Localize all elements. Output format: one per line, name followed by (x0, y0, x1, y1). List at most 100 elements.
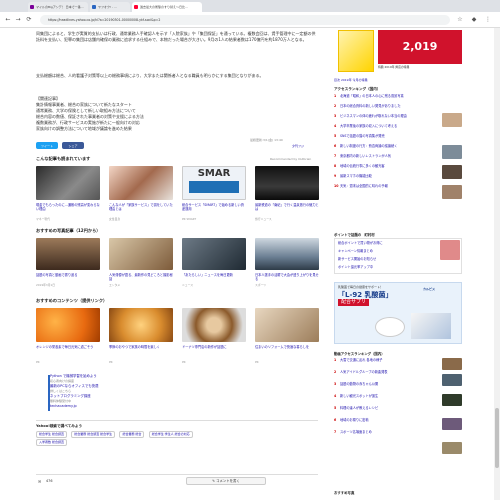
photo-thumb-1[interactable] (36, 238, 100, 270)
text-ad-title[interactable]: 最新のPCならオフィスでも快適 (50, 384, 98, 388)
ranking-item-label[interactable]: 最新スマホの機能比較 (340, 174, 372, 178)
point-thumb[interactable] (440, 240, 460, 260)
video-ranking-label[interactable]: 新しい観光スポットが誕生 (340, 394, 378, 398)
video-ranking-item[interactable]: 7 スポーツ名場面まとめ (334, 430, 434, 434)
recommend-thumb-4[interactable] (255, 166, 319, 200)
video-thumb[interactable] (442, 442, 462, 454)
ranking-item-label[interactable]: 日本の総合資料の新しい発見がありました (340, 104, 401, 108)
ranking-thumb[interactable] (442, 185, 462, 199)
video-ranking-label[interactable]: 地域のお祭りに密着 (340, 418, 369, 422)
recommend-thumb-3[interactable]: SMAR (182, 166, 246, 200)
url-field[interactable]: https://headlines.yahoo.co.jp/hl?a=20190… (40, 15, 450, 25)
ranking-item-label[interactable]: 大学卒業後の家族の収入について考える (340, 124, 397, 128)
recommend-caption[interactable]: こんな人が「家族サービス」で損をしていた理由とは (109, 203, 173, 216)
video-ranking-item[interactable]: 1 大雪で交通に乱れ 各地の様子 (334, 358, 434, 362)
ranking-item[interactable]: 4 大学卒業後の家族の収入について考える (334, 124, 434, 128)
point-item[interactable]: 総合ポイントで買い物がお得に (338, 241, 438, 245)
ranking-item-label[interactable]: 東京都内の新しいレストランが人気 (340, 154, 391, 158)
video-ranking-item[interactable]: 4 新しい観光スポットが誕生 (334, 394, 434, 398)
ranking-thumb[interactable] (442, 145, 462, 159)
video-ranking-item[interactable]: 3 話題の動物の赤ちゃん公開 (334, 382, 434, 386)
ranking-item[interactable]: 2 日本の総合資料の新しい発見がありました (334, 104, 434, 108)
content-thumb-1[interactable] (36, 308, 100, 342)
search-word-chip[interactable]: 総合業務 総合調査 総合学生 (71, 431, 116, 438)
ranking-item-label[interactable]: SNSで話題の猫の写真集が発売 (340, 134, 385, 138)
video-ranking-label[interactable]: スポーツ名場面まとめ (340, 430, 372, 434)
video-ranking-label[interactable]: 人気アイドルグループの新曲発表 (340, 370, 387, 374)
content-thumb-3[interactable] (182, 308, 246, 342)
recommend-caption[interactable]: 最新鉄道の「南紀」で行く温泉旅行の魅力とは (255, 203, 319, 216)
extension-icon[interactable]: ◆ (470, 16, 478, 24)
video-ranking-item[interactable]: 5 料理の達人が教えるレシピ (334, 406, 434, 410)
ranking-item[interactable]: 10 天気：週末は全国的に晴れの予報 (334, 184, 434, 188)
photo-caption[interactable]: 人気俳優が語る、最新作の見どころと撮影秘話 (109, 273, 173, 282)
photo-caption[interactable]: 日本人選手の活躍で大会が盛り上がりを見せる (255, 273, 319, 282)
search-word-chip[interactable]: 総合業務 総合 (119, 431, 145, 438)
video-thumb[interactable] (442, 418, 462, 430)
recommend-thumb-1[interactable] (36, 166, 100, 200)
menu-icon[interactable]: ⋮ (484, 16, 492, 24)
text-ad-item[interactable]: techacademy.jp (50, 403, 310, 411)
video-ranking-item[interactable]: 6 地域のお祭りに密着 (334, 418, 434, 422)
tab-2[interactable]: ヤフオク! - … (90, 2, 130, 12)
point-item[interactable]: キャンペーン情報まとめ (338, 249, 438, 253)
recommend-caption[interactable]: 現金でもらったのに…通帳の残高が変わらない理由 (36, 203, 100, 216)
content-caption[interactable]: オレンジの栄養素で毎日元気に過ごそう (36, 345, 100, 358)
page-scrollbar[interactable] (494, 28, 500, 500)
reload-button[interactable]: ⟳ (25, 16, 33, 24)
ad-caption-link[interactable]: 目次 2019年 今月の特典 (334, 78, 368, 82)
tab-3-active[interactable]: 過去最大の衝撃のすり替え〜日比… (132, 2, 202, 12)
write-comment-button[interactable]: ✎ コメントを書く (186, 477, 266, 485)
recommend-caption[interactable]: 総合サービス「SMART」で始める新しい資産運用 (182, 203, 246, 216)
content-caption[interactable]: 住まいのリフォームで快適な暮らしを (255, 345, 319, 358)
content-thumb-2[interactable] (109, 308, 173, 342)
point-item[interactable]: 新サービス開始のお知らせ (338, 257, 438, 261)
text-ad-title[interactable]: ネットプログラミング講座 (50, 394, 91, 398)
video-ranking-label[interactable]: 大雪で交通に乱れ 各地の様子 (340, 358, 382, 362)
outbrain-label[interactable]: Recommended by Outbrain (270, 157, 311, 161)
photo-thumb-2[interactable] (109, 238, 173, 270)
sidebar-ad-top[interactable]: 2,019 特典 2019年 弊店の特典 (334, 28, 462, 76)
forward-button[interactable]: → (14, 16, 22, 24)
video-ranking-label[interactable]: 料理の達人が教えるレシピ (340, 406, 378, 410)
content-caption[interactable]: ドーナツ専門店の新作が話題に (182, 345, 246, 358)
ranking-item-label[interactable]: ビジネスマンの体の疲れが取れない本当の理由 (340, 114, 407, 118)
back-button[interactable]: ← (4, 16, 12, 24)
video-thumb[interactable] (442, 374, 462, 386)
video-thumb[interactable] (442, 394, 462, 406)
facebook-share-button[interactable]: シェア (62, 142, 84, 149)
text-ad-title[interactable]: Python で機械学習を始めよう (50, 374, 97, 378)
ranking-item[interactable]: 5 SNSで話題の猫の写真集が発売 (334, 134, 434, 138)
photo-caption[interactable]: 「あたらしい」ニュースを毎日更新 (182, 273, 246, 282)
ranking-item[interactable]: 1 北海道「昭和」の日本人の心に残る風景写真 (334, 94, 434, 98)
bookmark-star-icon[interactable]: ☆ (456, 16, 464, 24)
search-word-chip[interactable]: 入学者数 総合調査 (36, 439, 67, 446)
search-word-chip[interactable]: 総合学生 総合調査 (36, 431, 67, 438)
content-caption[interactable]: 季節のおやつで家族の時間を楽しく (109, 345, 173, 358)
photo-thumb-3[interactable] (182, 238, 246, 270)
point-item[interactable]: ポイント還元率アップ中 (338, 265, 438, 269)
ranking-item[interactable]: 7 東京都内の新しいレストランが人気 (334, 154, 434, 158)
photo-caption[interactable]: 話題の写真と動画で振り返る (36, 273, 100, 282)
video-thumb[interactable] (442, 358, 462, 370)
scrollbar-thumb[interactable] (495, 408, 499, 468)
text-ad-item[interactable]: 最新のPCならオフィスでも快適 詳しくはこちら (50, 383, 310, 393)
ranking-item-label[interactable]: 地域の伝統行事に多くの観光客 (340, 164, 385, 168)
video-ranking-label[interactable]: 話題の動物の赤ちゃん公開 (340, 382, 378, 386)
search-word-chip[interactable]: 総合学生 学生人 総合の対応 (148, 431, 193, 438)
text-ad-item[interactable]: ネットプログラミング講座 無料体験受付中 (50, 393, 310, 403)
ranking-item[interactable]: 8 地域の伝統行事に多くの観光客 (334, 164, 434, 168)
ranking-item[interactable]: 6 新しい制度の行方：賛否両論の議論続く (334, 144, 434, 148)
photo-thumb-4[interactable] (255, 238, 319, 270)
recommend-thumb-2[interactable] (109, 166, 173, 200)
source-link[interactable]: 夕刊フジ (292, 144, 304, 148)
lg92-ad[interactable]: 乳酸菌で毎日の健康をサポート！ 「L-92 乳酸菌」 配合サプリ カルピス (334, 282, 462, 344)
video-ranking-item[interactable]: 2 人気アイドルグループの新曲発表 (334, 370, 434, 374)
text-ad-title[interactable]: techacademy.jp (50, 404, 77, 408)
ranking-item-label[interactable]: 新しい制度の行方：賛否両論の議論続く (340, 144, 397, 148)
ranking-item[interactable]: 3 ビジネスマンの体の疲れが取れない本当の理由 (334, 114, 434, 118)
tab-1[interactable]: マイルのBigアンデ！ 日本で一番… (28, 2, 88, 12)
twitter-share-button[interactable]: ツイート (36, 142, 58, 149)
ranking-item-label[interactable]: 天気：週末は全国的に晴れの予報 (340, 184, 388, 188)
ranking-item[interactable]: 9 最新スマホの機能比較 (334, 174, 434, 178)
